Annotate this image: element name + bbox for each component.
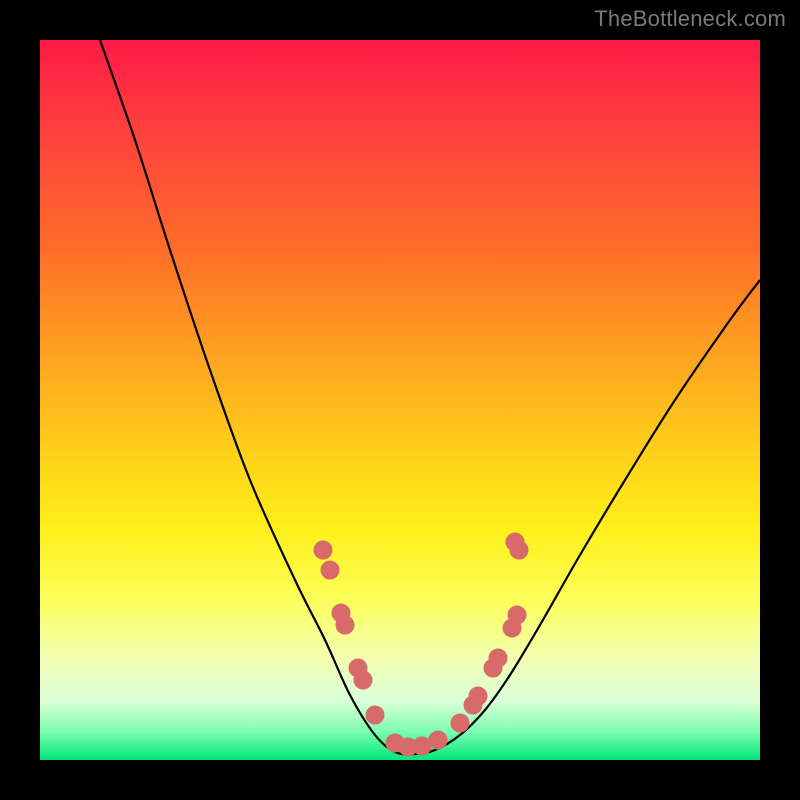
data-dot <box>354 671 372 689</box>
data-dot <box>510 541 528 559</box>
data-dot <box>508 606 526 624</box>
data-dots <box>314 533 528 756</box>
data-dot <box>366 706 384 724</box>
data-dot <box>489 649 507 667</box>
chart-overlay <box>40 40 760 760</box>
plot-area <box>40 40 760 760</box>
data-dot <box>429 731 447 749</box>
bottleneck-curve <box>100 40 760 754</box>
data-dot <box>451 714 469 732</box>
chart-frame: TheBottleneck.com <box>0 0 800 800</box>
data-dot <box>413 737 431 755</box>
watermark-text: TheBottleneck.com <box>594 6 786 32</box>
data-dot <box>314 541 332 559</box>
data-dot <box>321 561 339 579</box>
data-dot <box>336 616 354 634</box>
data-dot <box>469 687 487 705</box>
